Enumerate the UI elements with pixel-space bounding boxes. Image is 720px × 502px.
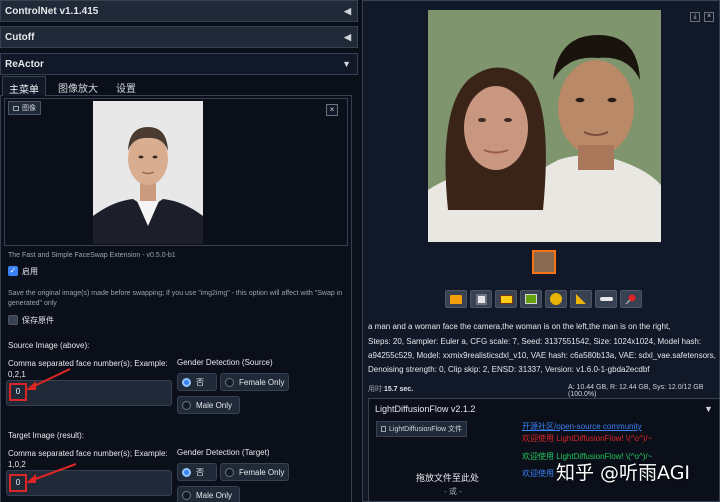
tab-main-menu[interactable]: 主菜单 bbox=[2, 76, 46, 96]
accordion-reactor-title: ReActor bbox=[5, 58, 44, 70]
expand-down-icon: ▼ bbox=[342, 59, 351, 69]
radio-selected-icon bbox=[182, 377, 191, 387]
file-icon bbox=[381, 426, 386, 433]
source-gender-female-label: Female Only bbox=[239, 377, 285, 387]
accordion-controlnet[interactable]: ControlNet v1.1.415 ◀ bbox=[0, 0, 358, 22]
reactor-tabs: 主菜单 图像放大 设置 bbox=[0, 76, 352, 96]
time-value: 15.7 sec. bbox=[383, 386, 414, 393]
source-image-upload[interactable] bbox=[4, 98, 348, 246]
time-label: 用时: bbox=[368, 386, 384, 393]
enable-checkbox[interactable]: ✓ bbox=[8, 266, 18, 276]
target-image-title: Target Image (result): bbox=[8, 431, 85, 440]
source-gender-male-label: Male Only bbox=[196, 400, 233, 410]
generation-info-line-3: a94255c529, Model: xxmix9realisticsdxl_v… bbox=[368, 351, 716, 360]
close-icon[interactable]: × bbox=[704, 12, 714, 22]
accordion-cutoff-title: Cutoff bbox=[5, 31, 35, 43]
radio-icon bbox=[182, 490, 191, 500]
image-icon[interactable] bbox=[520, 290, 542, 308]
zip-icon[interactable] bbox=[495, 290, 517, 308]
welcome-red-text: 欢迎使用 LightDiffusionFlow! \(^o^)/~ bbox=[522, 434, 653, 443]
source-gender-no[interactable]: 否 bbox=[177, 373, 217, 391]
source-gender-label: Gender Detection (Source) bbox=[177, 358, 273, 367]
output-thumbnail[interactable] bbox=[532, 250, 556, 274]
accordion-cutoff[interactable]: Cutoff ◀ bbox=[0, 26, 358, 48]
image-icon bbox=[13, 105, 19, 111]
source-gender-female[interactable]: Female Only bbox=[220, 373, 289, 391]
radio-icon bbox=[225, 377, 234, 387]
source-gender-no-label: 否 bbox=[196, 377, 204, 387]
target-gender-male[interactable]: Male Only bbox=[177, 486, 240, 502]
radio-icon bbox=[225, 467, 234, 477]
accordion-reactor[interactable]: ReActor ▼ bbox=[0, 53, 358, 75]
palette-icon[interactable] bbox=[545, 290, 567, 308]
accordion-controlnet-title: ControlNet v1.1.415 bbox=[5, 5, 99, 17]
save-icon[interactable] bbox=[470, 290, 492, 308]
timing-info: 用时:15.7 sec. bbox=[368, 384, 413, 394]
drop-file-text[interactable]: 拖放文件至此处 bbox=[416, 471, 479, 484]
left-column: ControlNet v1.1.415 ◀ Cutoff ◀ ReActor ▼… bbox=[0, 0, 358, 502]
source-gender-male[interactable]: Male Only bbox=[177, 396, 240, 414]
expand-down-icon[interactable]: ▼ bbox=[704, 404, 713, 414]
extension-description: The Fast and Simple FaceSwap Extension -… bbox=[8, 252, 176, 259]
red-arrow-annotation-icon bbox=[26, 368, 71, 390]
download-icon[interactable]: ⤓ bbox=[690, 12, 700, 22]
target-gender-no[interactable]: 否 bbox=[177, 463, 217, 481]
source-face-image bbox=[93, 101, 203, 244]
save-original-label: 保存原件 bbox=[22, 316, 54, 325]
pin-icon[interactable] bbox=[620, 290, 642, 308]
target-gender-label: Gender Detection (Target) bbox=[177, 448, 270, 457]
triangle-ruler-icon[interactable] bbox=[570, 290, 592, 308]
or-text: - 或 - bbox=[444, 487, 462, 496]
tab-upscale[interactable]: 图像放大 bbox=[52, 76, 104, 96]
enable-label: 启用 bbox=[22, 267, 38, 276]
save-original-checkbox[interactable] bbox=[8, 315, 18, 325]
close-icon[interactable]: × bbox=[326, 104, 338, 116]
tab-settings[interactable]: 设置 bbox=[110, 76, 142, 96]
watermark-text: 知乎 @听雨AGI bbox=[556, 462, 691, 484]
collapse-left-icon: ◀ bbox=[344, 5, 351, 16]
target-gender-female[interactable]: Female Only bbox=[220, 463, 289, 481]
generated-output-image[interactable] bbox=[428, 10, 661, 242]
source-image-title: Source Image (above): bbox=[8, 341, 90, 350]
send-icon[interactable] bbox=[595, 290, 617, 308]
image-label-text: 图像 bbox=[22, 105, 36, 112]
radio-selected-icon bbox=[182, 467, 191, 477]
image-label-tag: 图像 bbox=[8, 101, 41, 115]
folder-icon[interactable] bbox=[445, 290, 467, 308]
red-arrow-annotation-icon bbox=[26, 463, 77, 483]
collapse-left-icon: ◀ bbox=[344, 31, 351, 42]
generation-info-line-4: Denoising strength: 0, Clip skip: 2, ENS… bbox=[368, 365, 650, 374]
target-gender-male-label: Male Only bbox=[196, 490, 233, 500]
ldf-file-button-label: LightDiffusionFlow 文件 bbox=[389, 426, 463, 433]
radio-icon bbox=[182, 400, 191, 410]
memory-info: A: 10.44 GB, R: 12.44 GB, Sys: 12.0/12 G… bbox=[568, 384, 704, 398]
ldf-file-button[interactable]: LightDiffusionFlow 文件 bbox=[376, 421, 468, 437]
generation-info-line-1: a man and a woman face the camera,the wo… bbox=[368, 322, 671, 331]
community-link[interactable]: 开源社区/open-source community bbox=[522, 421, 642, 432]
ldf-title: LightDiffusionFlow v2.1.2 bbox=[375, 404, 476, 414]
generation-info-line-2: Steps: 20, Sampler: Euler a, CFG scale: … bbox=[368, 337, 702, 346]
target-gender-female-label: Female Only bbox=[239, 467, 285, 477]
target-gender-no-label: 否 bbox=[196, 467, 204, 477]
save-original-note: Save the original image(s) made before s… bbox=[8, 290, 343, 307]
welcome-blue-text: 欢迎使用 bbox=[522, 469, 554, 478]
